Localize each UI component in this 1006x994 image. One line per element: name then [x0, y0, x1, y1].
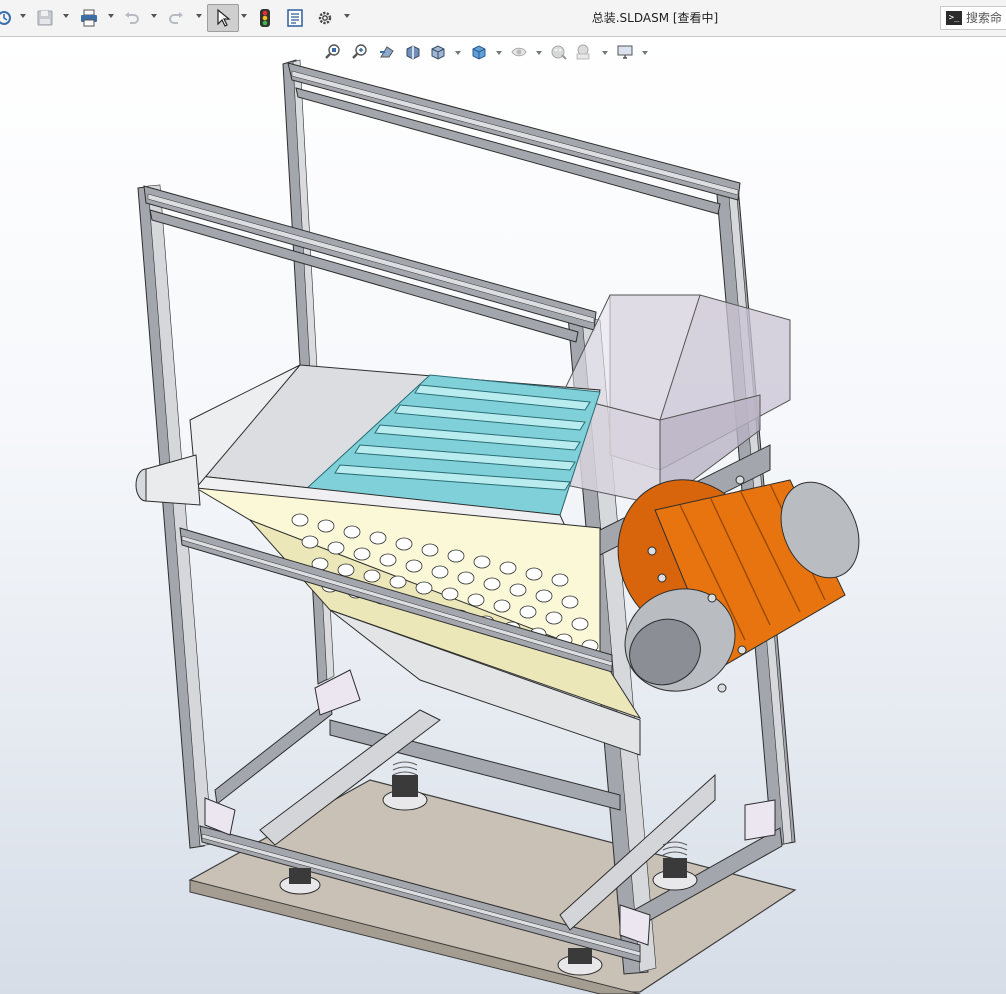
- screen-hole: [415, 581, 433, 595]
- select-dropdown-icon[interactable]: [241, 14, 247, 18]
- screen-hole: [431, 565, 449, 579]
- screen-hole: [535, 589, 553, 603]
- screen-hole: [441, 587, 459, 601]
- screen-hole: [337, 563, 355, 577]
- screen-hole: [493, 599, 511, 613]
- options-dropdown-icon[interactable]: [20, 14, 26, 18]
- save-icon[interactable]: [34, 6, 56, 30]
- redo-icon[interactable]: [165, 6, 187, 30]
- assembly-model[interactable]: [0, 37, 1006, 994]
- screen-hole: [483, 577, 501, 591]
- file-properties-icon[interactable]: [284, 6, 306, 30]
- screen-hole: [545, 611, 563, 625]
- screen-hole: [509, 583, 527, 597]
- screen-hole: [499, 561, 517, 575]
- search-input[interactable]: [966, 11, 1006, 25]
- print-icon[interactable]: [77, 6, 101, 30]
- screen-hole: [395, 537, 413, 551]
- undo-dropdown-icon[interactable]: [151, 14, 157, 18]
- screen-hole: [291, 513, 309, 527]
- screen-hole: [363, 569, 381, 583]
- screen-hole: [551, 573, 569, 587]
- options-icon[interactable]: [0, 6, 16, 30]
- screen-hole: [379, 553, 397, 567]
- screen-hole: [405, 559, 423, 573]
- settings-dropdown-icon[interactable]: [344, 14, 350, 18]
- settings-gear-icon[interactable]: [314, 6, 336, 30]
- screen-hole: [525, 567, 543, 581]
- screen-hole: [467, 593, 485, 607]
- save-dropdown-icon[interactable]: [63, 14, 69, 18]
- screen-hole: [353, 547, 371, 561]
- screen-hole: [561, 595, 579, 609]
- select-icon[interactable]: [207, 4, 239, 32]
- screen-hole: [301, 535, 319, 549]
- document-title: 总装.SLDASM [查看中]: [591, 11, 719, 25]
- rebuild-traffic-light-icon[interactable]: [255, 6, 275, 30]
- print-dropdown-icon[interactable]: [108, 14, 114, 18]
- graphics-area[interactable]: [0, 37, 1006, 994]
- command-prompt-icon: >_: [946, 11, 962, 25]
- screen-hole: [473, 555, 491, 569]
- main-toolbar: 总装.SLDASM [查看中] >_: [0, 0, 1006, 37]
- screen-hole: [389, 575, 407, 589]
- screen-hole: [343, 525, 361, 539]
- undo-icon[interactable]: [121, 6, 143, 30]
- screen-hole: [421, 543, 439, 557]
- screen-hole: [571, 617, 589, 631]
- redo-dropdown-icon[interactable]: [196, 14, 202, 18]
- screen-hole: [457, 571, 475, 585]
- search-commands-box[interactable]: >_: [940, 6, 1006, 30]
- screen-hole: [317, 519, 335, 533]
- screen-hole: [369, 531, 387, 545]
- screen-hole: [327, 541, 345, 555]
- screen-hole: [519, 605, 537, 619]
- screen-hole: [447, 549, 465, 563]
